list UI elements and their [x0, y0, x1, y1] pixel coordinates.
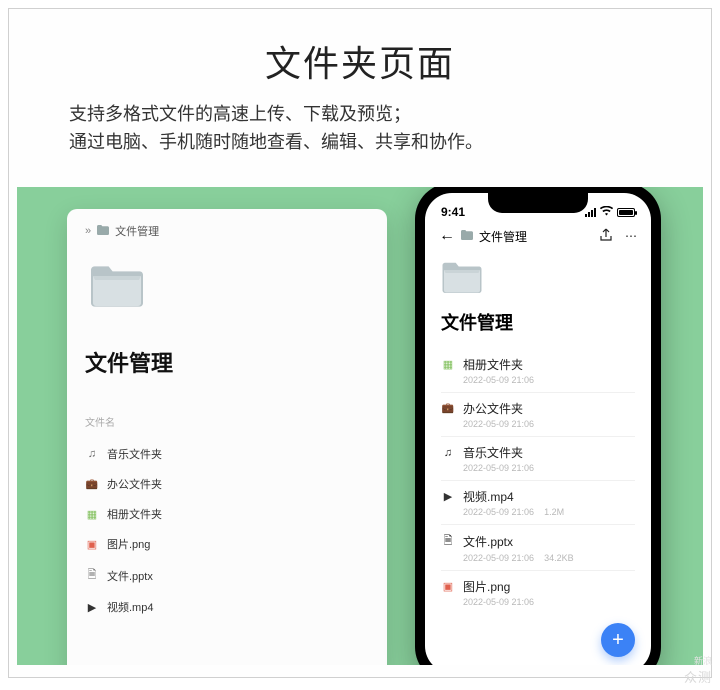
folder-mini-icon — [97, 225, 109, 238]
file-date: 2022-05-09 21:06 — [463, 507, 534, 517]
file-type-icon — [441, 532, 455, 551]
file-date: 2022-05-09 21:06 — [463, 375, 534, 385]
file-row[interactable]: 视频.mp4 2022-05-09 21:06 1.2M — [441, 480, 635, 524]
phone-frame: 9:41 ← 文件管理 — [415, 187, 661, 665]
file-date: 2022-05-09 21:06 — [463, 553, 534, 563]
file-name: 相册文件夹 — [463, 356, 523, 373]
file-size: 1.2M — [544, 507, 564, 517]
file-name: 音乐文件夹 — [463, 444, 523, 461]
file-row[interactable]: 音乐文件夹 2022-05-09 21:06 — [441, 436, 635, 480]
file-type-icon — [441, 358, 455, 371]
file-row[interactable]: 图片.png 2022-05-09 21:06 — [441, 570, 635, 614]
file-row[interactable]: 相册文件夹 — [85, 499, 369, 529]
cellular-icon — [585, 208, 596, 217]
file-name: 视频.mp4 — [107, 599, 153, 615]
file-name: 办公文件夹 — [463, 400, 523, 417]
folder-large-icon — [441, 261, 483, 295]
file-row[interactable]: 文件.pptx 2022-05-09 21:06 34.2KB — [441, 524, 635, 570]
add-button[interactable]: + — [601, 623, 635, 657]
file-type-icon — [441, 447, 455, 459]
file-row[interactable]: 办公文件夹 2022-05-09 21:06 — [441, 392, 635, 436]
phone-notch — [488, 193, 588, 213]
wifi-icon — [600, 206, 613, 219]
file-name: 图片.png — [107, 536, 150, 552]
file-name: 文件.pptx — [107, 568, 153, 584]
file-row[interactable]: 办公文件夹 — [85, 469, 369, 499]
file-name: 办公文件夹 — [107, 476, 162, 492]
file-type-icon — [85, 601, 99, 614]
breadcrumb-label: 文件管理 — [115, 223, 159, 239]
file-type-icon — [85, 566, 99, 585]
phone-nav-label: 文件管理 — [479, 228, 527, 245]
file-date: 2022-05-09 21:06 — [463, 419, 534, 429]
phone-screen: 9:41 ← 文件管理 — [425, 193, 651, 665]
file-row[interactable]: 音乐文件夹 — [85, 439, 369, 469]
desktop-window: » 文件管理 文件管理 文件名 音乐文件夹办公文件夹相册文件夹图片.png 文件.… — [67, 209, 387, 665]
phone-file-list: 相册文件夹 2022-05-09 21:06 办公文件夹 2022-05-09 21:… — [441, 349, 635, 614]
phone-nav-bar: ← 文件管理 ⋯ — [425, 221, 651, 251]
phone-page-title: 文件管理 — [441, 309, 635, 335]
file-row[interactable]: 文件.pptx — [85, 559, 369, 592]
file-name: 文件.pptx — [463, 533, 513, 550]
battery-icon — [617, 208, 635, 217]
desc-line-1: 支持多格式文件的高速上传、下载及预览； — [69, 101, 651, 129]
file-date: 2022-05-09 21:06 — [463, 597, 534, 607]
file-type-icon — [85, 448, 99, 460]
page-main-title: 文件夹页面 — [69, 35, 651, 87]
file-type-icon — [85, 479, 99, 490]
file-type-icon — [441, 580, 455, 593]
file-type-icon — [441, 490, 455, 503]
file-name: 音乐文件夹 — [107, 446, 162, 462]
file-name: 图片.png — [463, 578, 510, 595]
file-type-icon — [441, 403, 455, 414]
file-type-icon — [85, 508, 99, 521]
status-time: 9:41 — [441, 205, 465, 219]
watermark: 新浪 众测 — [684, 654, 712, 686]
desc-line-2: 通过电脑、手机随时随地查看、编辑、共享和协作。 — [69, 129, 651, 157]
file-date: 2022-05-09 21:06 — [463, 463, 534, 473]
file-size: 34.2KB — [544, 553, 574, 563]
more-icon[interactable]: ⋯ — [625, 229, 637, 243]
file-row[interactable]: 视频.mp4 — [85, 592, 369, 622]
stage-background: » 文件管理 文件管理 文件名 音乐文件夹办公文件夹相册文件夹图片.png文件.… — [17, 187, 703, 665]
column-header-filename: 文件名 — [85, 414, 369, 429]
folder-large-icon — [89, 264, 145, 308]
file-name: 相册文件夹 — [107, 506, 162, 522]
file-row[interactable]: 相册文件夹 2022-05-09 21:06 — [441, 349, 635, 392]
desktop-page-title: 文件管理 — [85, 346, 369, 378]
expand-icon: » — [85, 225, 91, 237]
file-name: 视频.mp4 — [463, 488, 514, 505]
back-icon[interactable]: ← — [439, 227, 455, 245]
desktop-file-list: 音乐文件夹办公文件夹相册文件夹图片.png 文件.pptx 视频.mp4 — [85, 439, 369, 622]
share-icon[interactable] — [599, 228, 613, 245]
file-type-icon — [85, 538, 99, 551]
file-row[interactable]: 图片.png — [85, 529, 369, 559]
breadcrumb[interactable]: » 文件管理 — [85, 223, 369, 239]
folder-mini-icon — [461, 229, 473, 243]
